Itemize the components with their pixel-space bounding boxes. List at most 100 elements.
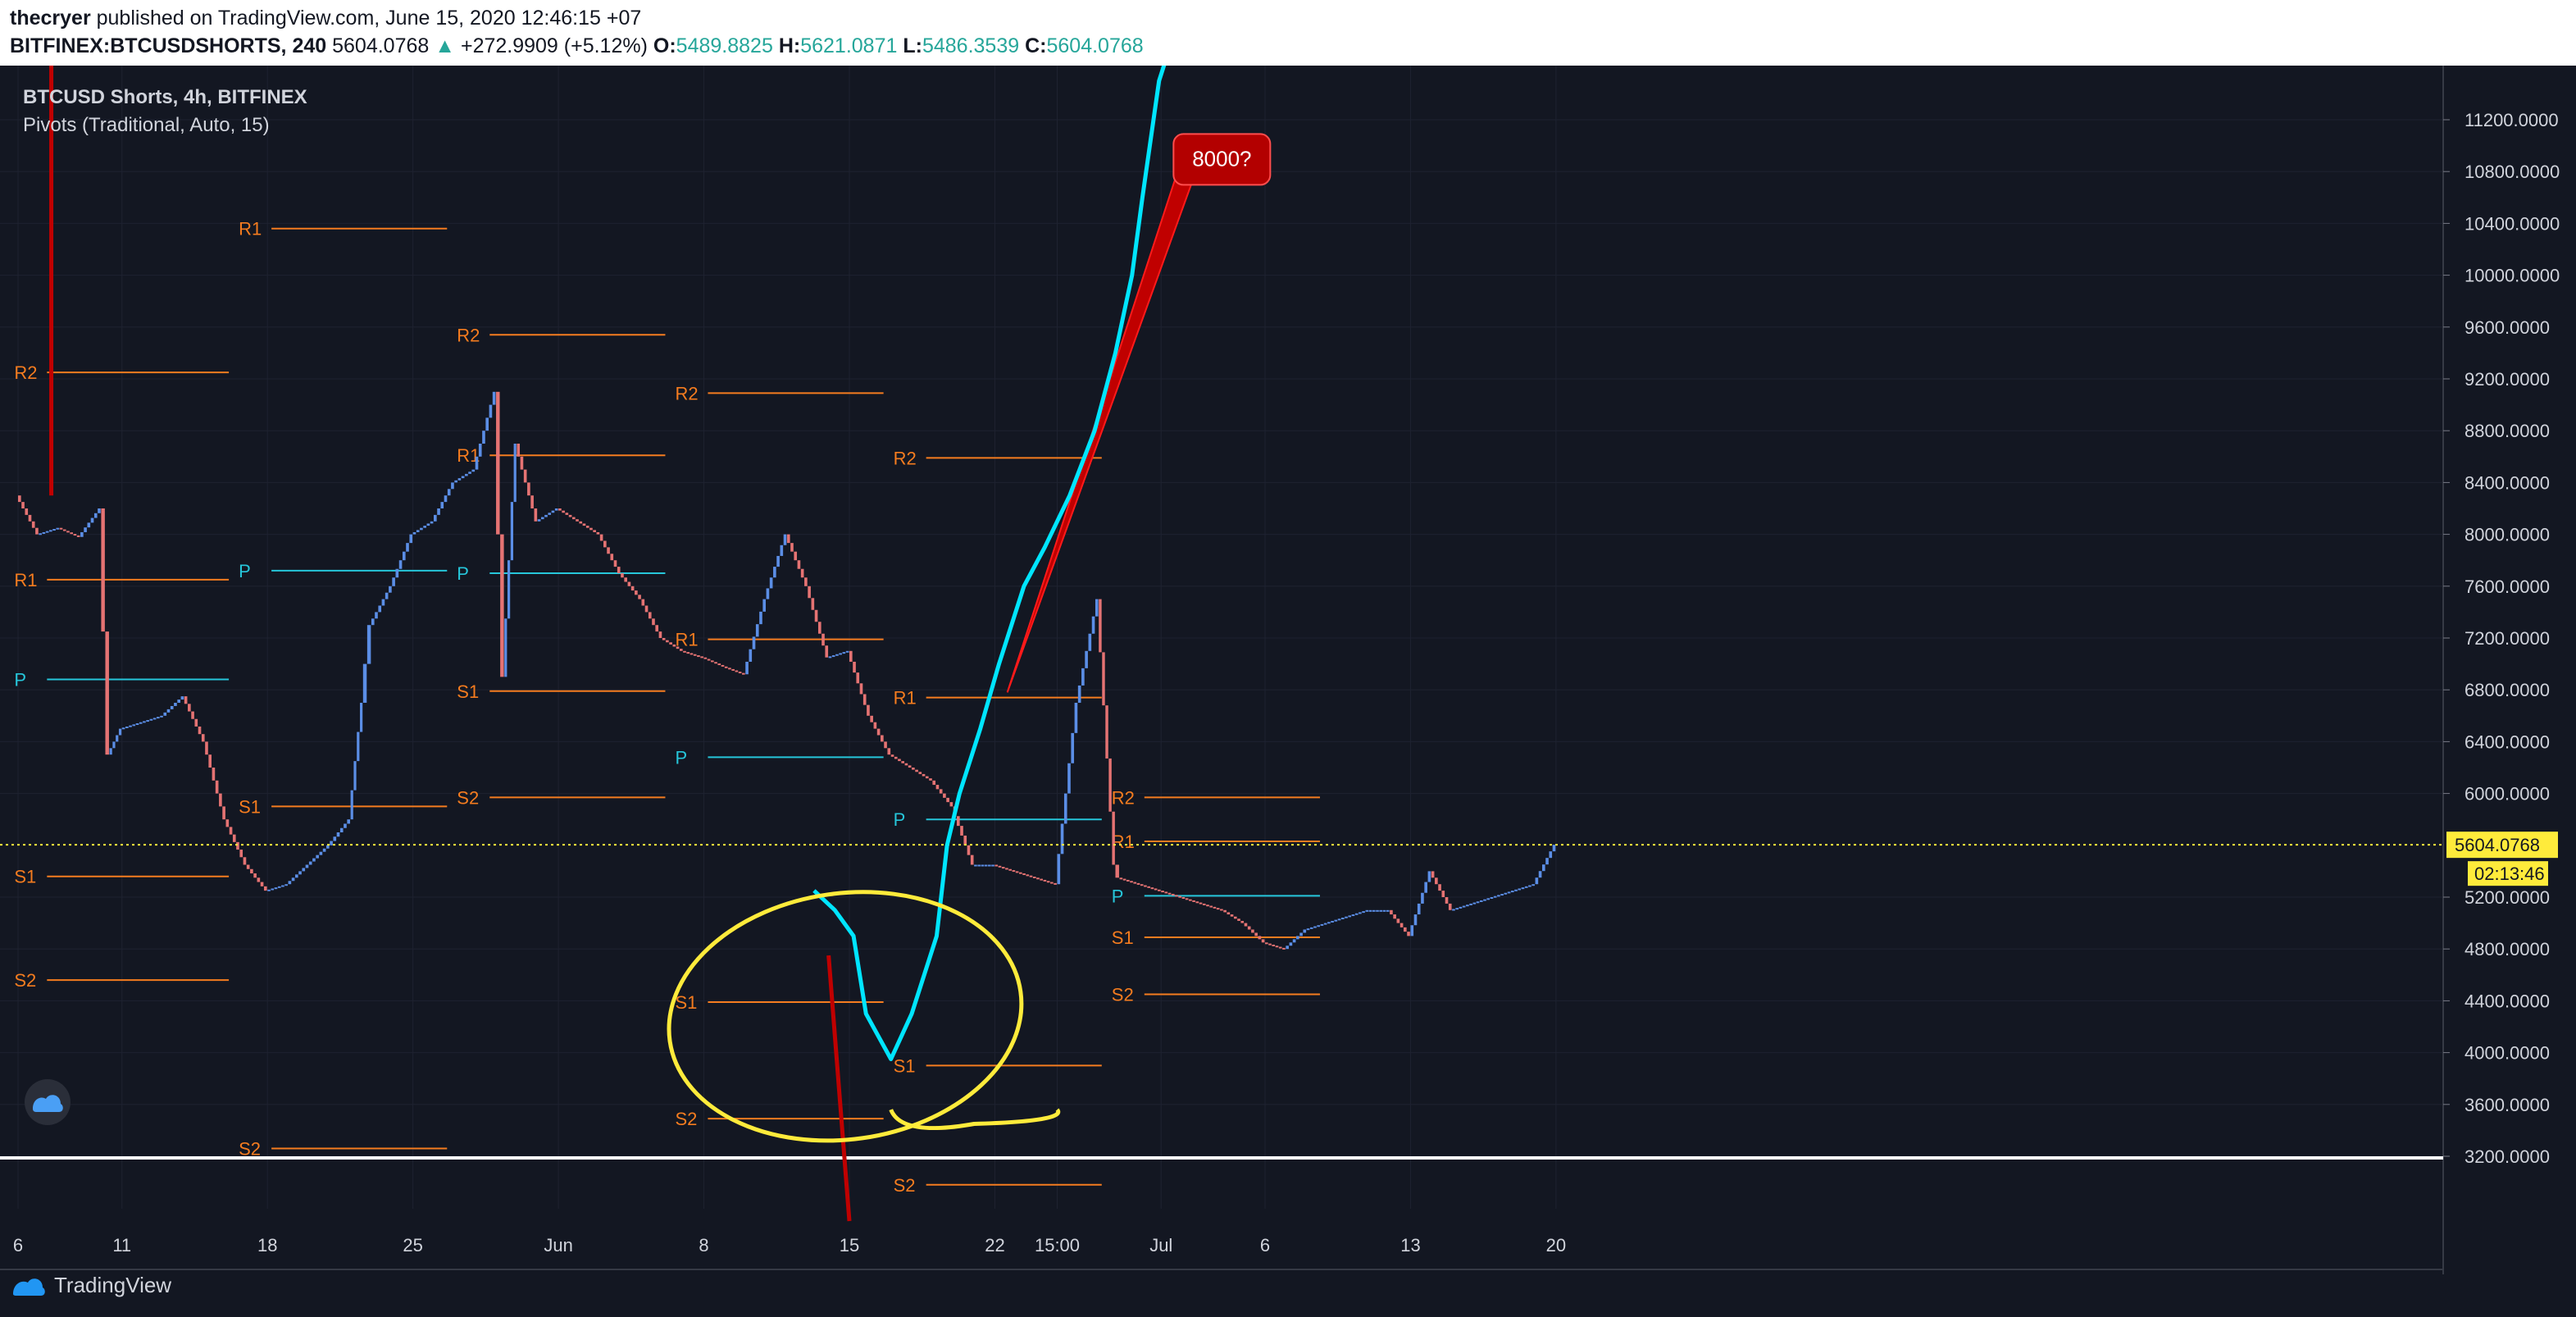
candle xyxy=(180,696,184,700)
candle xyxy=(530,495,534,508)
cyan-projection-line xyxy=(812,66,1167,1061)
candle xyxy=(617,567,621,573)
candle xyxy=(981,864,985,867)
candle xyxy=(977,864,981,867)
candle xyxy=(1216,908,1220,910)
candle xyxy=(565,513,569,515)
candle xyxy=(1441,891,1445,897)
candle xyxy=(1379,909,1383,912)
time-tick-label: 13 xyxy=(1400,1235,1420,1255)
callout-text: 8000? xyxy=(1192,146,1251,171)
candle xyxy=(658,631,662,638)
candle xyxy=(831,655,835,658)
candle xyxy=(492,391,496,405)
time-tick-label: 18 xyxy=(257,1235,277,1255)
candle xyxy=(118,728,122,736)
candle xyxy=(876,728,881,736)
candle xyxy=(475,456,479,470)
candle xyxy=(1476,901,1480,904)
candle xyxy=(1323,923,1327,925)
time-tick-label: 6 xyxy=(13,1235,23,1255)
candle xyxy=(250,868,253,874)
candle xyxy=(700,656,703,658)
pivot-label-r1: R1 xyxy=(14,570,37,590)
candle xyxy=(1126,879,1130,882)
low-value: 5486.3539 xyxy=(922,34,1020,57)
chart-area[interactable]: R2 R1 P S1 S2 R1 P S1 S2 R2 R1 P S1 S2 R2 R1 P S1 S2 R2 R1 P S… xyxy=(0,66,2576,1317)
pivot-label-s1: S1 xyxy=(1112,927,1134,948)
price-tick-label: 6800.0000 xyxy=(2464,680,2550,700)
candle xyxy=(59,527,63,530)
pivot-label-s1: S1 xyxy=(894,1055,916,1076)
price-chart-svg[interactable]: R2R1PS1S2R1PS1S2R2R1PS1S2R2R1PS1S2R2R1PS… xyxy=(0,66,2576,1317)
time-axis: 6 11 18 25 Jun 8 15 22 15:00 Jul 6 13 20 xyxy=(13,1235,1566,1255)
price-tick-label: 6400.0000 xyxy=(2464,731,2550,752)
candle xyxy=(360,703,363,732)
candle xyxy=(366,625,371,664)
author-name[interactable]: thecryer xyxy=(10,7,91,30)
candle xyxy=(738,672,742,674)
pivot-label-s2: S2 xyxy=(14,970,36,991)
price-change: +272.9909 (+5.12%) xyxy=(460,34,648,57)
candle xyxy=(1185,898,1189,900)
candle xyxy=(1386,909,1390,912)
candle xyxy=(406,543,409,552)
tradingview-logo-icon[interactable] xyxy=(10,1269,46,1302)
candle xyxy=(1043,879,1047,882)
candle xyxy=(1099,599,1102,653)
candle xyxy=(1005,868,1008,870)
candle xyxy=(1272,944,1276,946)
candle xyxy=(721,664,725,667)
candle xyxy=(967,845,971,855)
candle xyxy=(593,530,596,532)
candle xyxy=(1112,811,1115,865)
candle xyxy=(974,864,977,867)
grid-lines xyxy=(0,66,2443,1209)
candle xyxy=(62,529,66,531)
candle xyxy=(1233,916,1237,919)
candle xyxy=(887,748,891,755)
candle xyxy=(589,527,593,531)
candle xyxy=(174,703,177,706)
candle xyxy=(786,534,790,544)
candle xyxy=(970,854,974,865)
candle xyxy=(1133,882,1137,884)
candle xyxy=(90,517,94,523)
candle xyxy=(1362,911,1365,914)
candle xyxy=(790,543,794,552)
candle xyxy=(395,568,399,578)
candle xyxy=(749,649,753,662)
candle xyxy=(139,722,143,724)
candle xyxy=(295,874,298,878)
candle xyxy=(1417,903,1421,915)
candle xyxy=(703,657,708,659)
pivot-label-s2: S2 xyxy=(239,1139,261,1160)
candle xyxy=(188,704,191,712)
candle xyxy=(45,531,49,533)
candle xyxy=(890,754,894,757)
candle xyxy=(1136,882,1140,885)
chart-settings-icon[interactable] xyxy=(25,1079,71,1125)
indicator-title[interactable]: Pivots (Traditional, Auto, 15) xyxy=(23,112,307,139)
footer-brand[interactable]: TradingView xyxy=(54,1273,171,1298)
time-tick-label: 11 xyxy=(112,1235,131,1255)
pivot-label-r2: R2 xyxy=(894,448,917,468)
publish-info: published on TradingView.com, June 15, 2… xyxy=(96,7,642,30)
candle xyxy=(1213,906,1217,909)
candle xyxy=(496,391,500,535)
candle xyxy=(956,816,960,827)
candle xyxy=(1115,864,1119,878)
candle xyxy=(648,612,652,619)
candle xyxy=(946,797,949,803)
pivot-label-r2: R2 xyxy=(14,362,37,383)
candle xyxy=(135,723,139,726)
candle xyxy=(461,476,465,479)
candle xyxy=(856,672,860,684)
price-tick-label: 6000.0000 xyxy=(2464,784,2550,804)
candle xyxy=(246,864,250,869)
annotations: 8000? xyxy=(49,66,1272,1222)
candle xyxy=(52,529,56,531)
candle xyxy=(1040,878,1043,881)
candle xyxy=(672,644,676,647)
candle xyxy=(610,554,614,561)
